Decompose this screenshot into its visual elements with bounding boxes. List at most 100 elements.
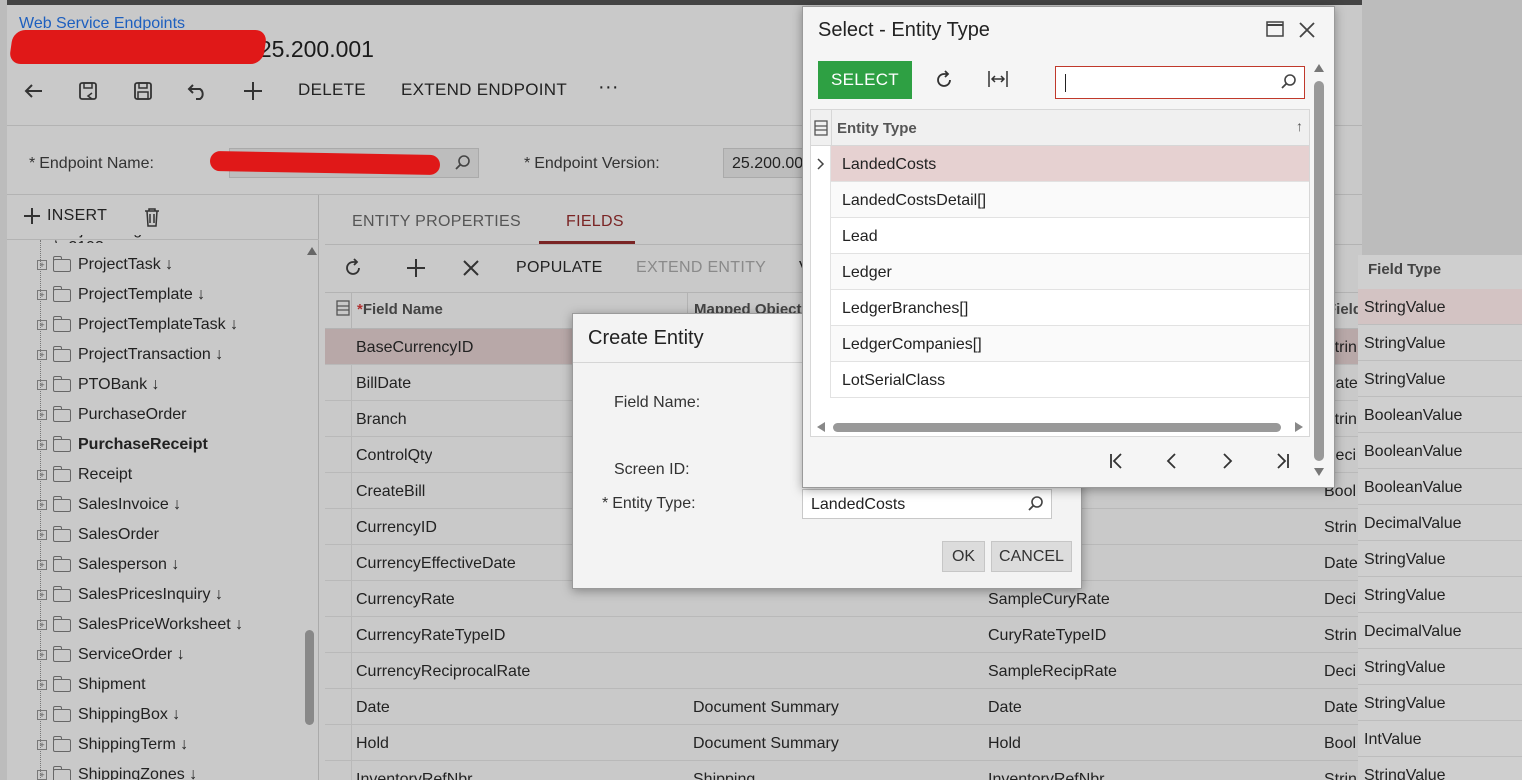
expand-icon[interactable]: + [37,710,47,720]
save-close-icon[interactable] [75,78,101,104]
previous-page-icon[interactable] [1165,452,1179,475]
expand-icon[interactable]: + [37,680,47,690]
table-row[interactable]: Date Document Summary Date Date [325,689,1362,725]
tree-item[interactable]: + Shipment [37,673,146,697]
tree-item[interactable]: + PTOBank ↓ [37,373,160,397]
tree-item[interactable]: + ShippingBox ↓ [37,703,180,727]
field-type-cell[interactable]: DecimalValue [1358,505,1522,541]
expand-icon[interactable]: + [37,320,47,330]
expand-icon[interactable]: + [37,620,47,630]
tree-item[interactable]: + ShippingTerm ↓ [37,733,188,757]
entity-type-row[interactable]: LotSerialClass [831,362,1309,398]
tree-item[interactable]: + SalesPricesInquiry ↓ [37,583,223,607]
trash-icon[interactable] [143,207,161,232]
field-type-cell[interactable]: StringValue [1358,649,1522,685]
table-row[interactable]: InventoryRefNbr Shipping InventoryRefNbr St… [325,761,1362,780]
tree-item[interactable]: + SalesOrder [37,523,159,547]
expand-icon[interactable]: + [37,590,47,600]
table-row[interactable]: CurrencyReciprocalRate SampleRecipRate Dec… [325,653,1362,689]
entity-type-row[interactable]: LedgerBranches[] [831,290,1309,326]
refresh-icon[interactable] [934,70,954,95]
entity-type-row[interactable]: LandedCosts [831,146,1309,182]
field-type-cell[interactable]: StringValue [1358,577,1522,613]
expand-icon[interactable]: + [37,740,47,750]
extend-endpoint-button[interactable]: EXTEND ENDPOINT [401,80,567,100]
expand-icon[interactable]: + [37,350,47,360]
maximize-icon[interactable] [1266,21,1284,42]
expand-icon[interactable]: + [37,500,47,510]
populate-button[interactable]: POPULATE [516,259,603,277]
entity-type-row[interactable]: Lead [831,218,1309,254]
field-type-cell[interactable]: DecimalValue [1358,613,1522,649]
tree-item[interactable]: + ProjectTemplateTask ↓ [37,313,238,337]
scroll-up-icon[interactable] [1314,64,1324,72]
field-type-cell[interactable]: StringValue [1358,685,1522,721]
endpoint-version-field[interactable]: 25.200.00 [723,148,813,178]
scroll-up-icon[interactable] [307,247,317,255]
tree-item[interactable]: + Receipt [37,463,132,487]
back-icon[interactable] [21,78,47,104]
entity-type-row[interactable]: Ledger [831,254,1309,290]
search-icon[interactable] [1280,73,1298,96]
expand-icon[interactable]: + [37,530,47,540]
ok-button[interactable]: OK [942,541,985,572]
dialog-scrollbar[interactable] [1314,81,1324,461]
field-type-cell[interactable]: BooleanValue [1358,469,1522,505]
field-type-cell[interactable]: BooleanValue [1358,397,1522,433]
next-page-icon[interactable] [1220,452,1234,475]
first-page-icon[interactable] [1108,452,1126,475]
field-type-header[interactable]: Field Type [1368,261,1441,278]
tree-item[interactable]: + ProjectTask ↓ [37,253,173,277]
entity-type-field[interactable]: LandedCosts [802,489,1052,519]
entity-type-header[interactable]: Entity Type [837,120,917,137]
column-settings-icon[interactable] [336,300,350,321]
field-type-cell[interactable]: StringValue [1358,325,1522,361]
table-row[interactable]: CurrencyRateTypeID CuryRateTypeID Strin [325,617,1362,653]
expand-icon[interactable]: + [37,770,47,780]
search-icon[interactable] [1027,495,1045,518]
add-row-icon[interactable] [406,258,426,283]
close-icon[interactable] [1299,22,1315,43]
tree-item[interactable]: + ShippingZones ↓ [37,763,197,780]
fit-width-icon[interactable] [987,70,1009,93]
tree-item[interactable]: + ProjectTransaction ↓ [37,343,223,367]
table-row[interactable]: Hold Document Summary Hold Bool [325,725,1362,761]
search-input[interactable] [1055,66,1305,99]
tree-item[interactable]: + SalesPriceWorksheet ↓ [37,613,243,637]
undo-icon[interactable] [185,78,211,104]
refresh-icon[interactable] [343,258,363,283]
delete-button[interactable]: DELETE [298,80,366,100]
expand-icon[interactable]: + [37,440,47,450]
tree-item[interactable]: + PurchaseOrder [37,403,187,427]
endpoint-name-field[interactable] [209,148,479,178]
sort-ascending-icon[interactable]: ↑ [1296,118,1303,134]
tree-item[interactable]: + ServiceOrder ↓ [37,643,185,667]
expand-icon[interactable]: + [37,560,47,570]
tab-fields[interactable]: FIELDS [566,213,624,231]
insert-button[interactable]: INSERT [23,207,107,225]
tree-scrollbar[interactable] [305,630,314,725]
entity-type-row[interactable]: LedgerCompanies[] [831,326,1309,362]
field-type-cell[interactable]: StringValue [1358,289,1522,325]
extend-entity-button[interactable]: EXTEND ENTITY [636,259,766,277]
select-button[interactable]: SELECT [818,61,912,99]
more-button[interactable]: ··· [598,76,619,99]
scroll-down-icon[interactable] [1314,468,1324,476]
cancel-button[interactable]: CANCEL [991,541,1072,572]
scroll-right-icon[interactable] [1295,422,1303,432]
search-icon[interactable] [454,154,472,177]
field-type-cell[interactable]: BooleanValue [1358,433,1522,469]
last-page-icon[interactable] [1273,452,1291,475]
expand-icon[interactable]: + [37,410,47,420]
field-type-cell[interactable]: StringValue [1358,361,1522,397]
expand-icon[interactable]: + [37,470,47,480]
expand-icon[interactable]: + [37,650,47,660]
scroll-left-icon[interactable] [817,422,825,432]
expand-icon[interactable]: + [37,290,47,300]
tree-item[interactable]: + SalesInvoice ↓ [37,493,181,517]
tree-item[interactable]: + ProjectTemplate ↓ [37,283,205,307]
add-icon[interactable] [240,78,266,104]
tab-entity-properties[interactable]: ENTITY PROPERTIES [352,213,521,231]
field-name-header[interactable]: *Field Name [357,301,443,318]
save-icon[interactable] [130,78,156,104]
